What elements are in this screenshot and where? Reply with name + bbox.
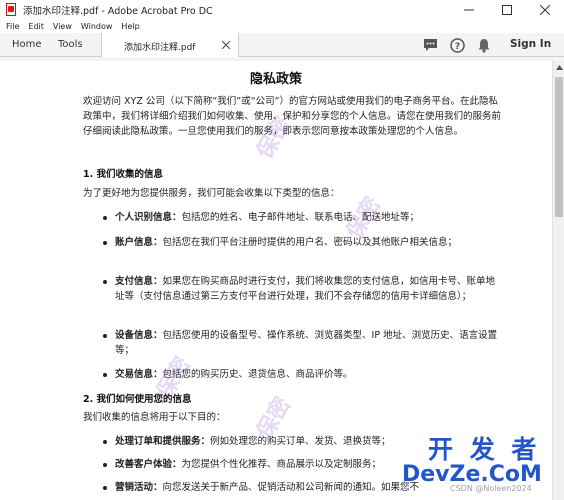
notifications-button[interactable] [476,37,492,53]
help-button[interactable]: ? [449,37,465,53]
menu-window[interactable]: Window [81,22,113,31]
list-item: 处理订单和提供服务：例如处理您的购买订单、发货、退换货等； [115,436,391,447]
section-1-lead: 为了更好地为您提供服务，我们可能会收集以下类型的信息： [83,188,340,199]
close-window-button[interactable] [526,0,564,19]
bullet [103,216,109,222]
close-icon [540,4,550,15]
maximize-button[interactable] [488,0,526,19]
section-2-lead: 我们收集的信息将用于以下目的： [83,412,226,423]
help-icon: ? [449,37,465,53]
menu-view[interactable]: View [53,22,72,31]
bullet [103,463,109,469]
comment-icon [423,39,437,51]
vertical-scrollbar[interactable] [552,61,564,500]
scrollbar-thumb[interactable] [555,77,563,217]
minimize-icon [464,9,474,10]
list-item: 账户信息：包括您在我们平台注册时提供的用户名、密码以及其他账户相关信息； [115,237,458,248]
bullet [103,241,109,247]
tab-bar: Home Tools 添加水印注释.pdf ? Sign In [0,33,564,57]
list-item: 改善客户体验：为您提供个性化推荐、商品展示以及定制服务； [115,459,382,470]
tab-home[interactable]: Home [12,39,42,50]
maximize-icon [502,4,512,15]
bullet [103,334,109,340]
section-1-heading: 1. 我们收集的信息 [83,169,164,180]
menu-file[interactable]: File [6,22,19,31]
acrobat-app-icon [5,3,17,16]
bullet [103,486,109,492]
list-item: 交易信息：包括您的购买历史、退货信息、商品评价等。 [115,369,353,380]
bullet [103,440,109,446]
tab-tools[interactable]: Tools [58,39,83,50]
menu-edit[interactable]: Edit [28,22,44,31]
window-title: 添加水印注释.pdf - Adobe Acrobat Pro DC [23,5,213,17]
title-bar: 添加水印注释.pdf - Adobe Acrobat Pro DC [0,0,564,19]
caret-up-icon [555,64,563,70]
menu-bar: File Edit View Window Help [0,19,564,33]
tab-document[interactable]: 添加水印注释.pdf [101,33,239,57]
scroll-up-button[interactable] [553,61,564,73]
bell-icon [478,38,490,53]
minimize-button[interactable] [450,0,488,19]
menu-help[interactable]: Help [121,22,139,31]
window-controls [450,0,564,19]
bullet [103,280,109,286]
sign-in-button[interactable]: Sign In [510,38,551,50]
section-2-heading: 2. 我们如何使用您的信息 [83,394,192,405]
list-item: 设备信息：包括您使用的设备型号、操作系统、浏览器类型、IP 地址、浏览历史、语言… [115,330,498,356]
document-view[interactable]: 隐私政策 欢迎访问 XYZ 公司（以下简称“我们”或“公司”）的官方网站或使用我… [0,61,552,500]
tab-document-label: 添加水印注释.pdf [124,43,196,53]
document-title: 隐私政策 [249,72,302,87]
list-item: 个人识别信息：包括您的姓名、电子邮件地址、联系电话、配送地址等； [115,212,420,223]
list-item: 营销活动：向您发送关于新产品、促销活动和公司新闻的通知。如果您不 [115,482,420,493]
comment-button[interactable] [422,37,438,53]
svg-text:?: ? [454,42,459,52]
intro-paragraph: 欢迎访问 XYZ 公司（以下简称“我们”或“公司”）的官方网站或使用我们的电子商… [83,96,502,137]
close-tab-button[interactable] [220,39,232,51]
close-icon [222,41,230,49]
list-item: 支付信息：如果您在购买商品时进行支付，我们将收集您的支付信息，如信用卡号、账单地… [115,276,496,302]
bullet [103,373,109,379]
